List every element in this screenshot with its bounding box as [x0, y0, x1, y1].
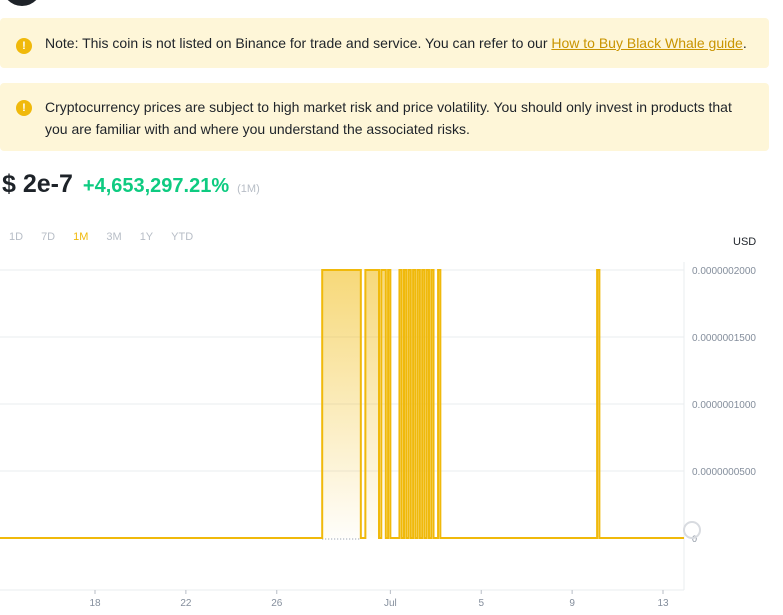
x-tick-label: 26 — [271, 598, 283, 609]
spike-fill — [365, 270, 379, 538]
x-tick-label: 13 — [657, 598, 669, 609]
x-tick-label: 22 — [180, 598, 192, 609]
x-tick-label: 18 — [89, 598, 101, 609]
y-tick-label: 0.0000001000 — [692, 400, 756, 411]
spike-fill — [322, 270, 361, 538]
y-tick-label: 0.0000000500 — [692, 467, 756, 478]
y-zero-label: 0 — [692, 534, 697, 544]
x-tick-label: Jul — [384, 598, 397, 609]
y-tick-label: 0.0000002000 — [692, 266, 756, 277]
y-tick-label: 0.0000001500 — [692, 333, 756, 344]
x-tick-label: 9 — [569, 598, 575, 609]
x-tick-label: 5 — [478, 598, 484, 609]
price-chart: 0.0000002000 0.0000001500 0.0000001000 0.00… — [0, 262, 756, 609]
